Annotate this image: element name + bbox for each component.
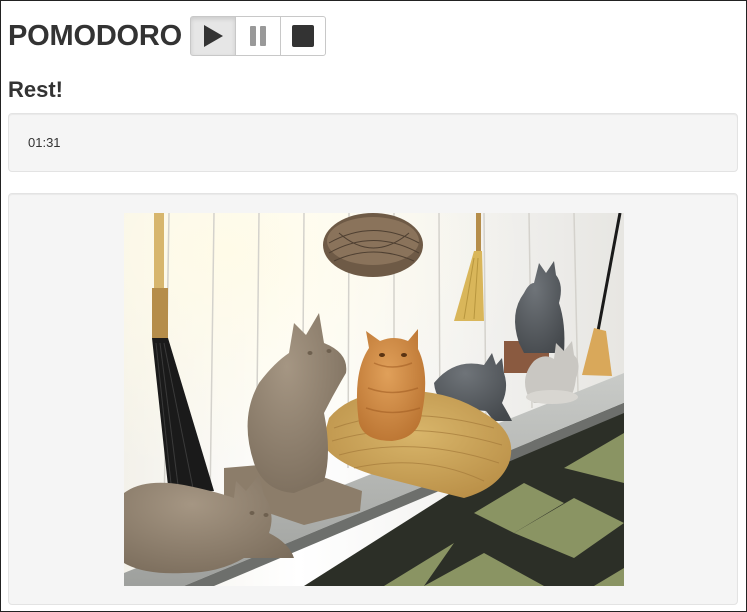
pause-button[interactable] — [235, 16, 282, 56]
app-title: POMODORO — [8, 20, 183, 52]
play-button[interactable] — [190, 16, 237, 56]
app-window: POMODORO Rest! 01:31 — [0, 0, 747, 612]
timer-controls — [190, 16, 327, 56]
timer-panel: 01:31 — [8, 113, 738, 172]
header: POMODORO — [8, 16, 327, 56]
pause-icon — [250, 26, 267, 46]
status-heading: Rest! — [8, 77, 64, 102]
stop-button[interactable] — [280, 16, 327, 56]
timer-display: 01:31 — [28, 135, 61, 150]
cat-photo — [124, 213, 624, 586]
play-icon — [204, 25, 224, 47]
stop-icon — [292, 25, 315, 47]
image-panel — [8, 193, 738, 605]
